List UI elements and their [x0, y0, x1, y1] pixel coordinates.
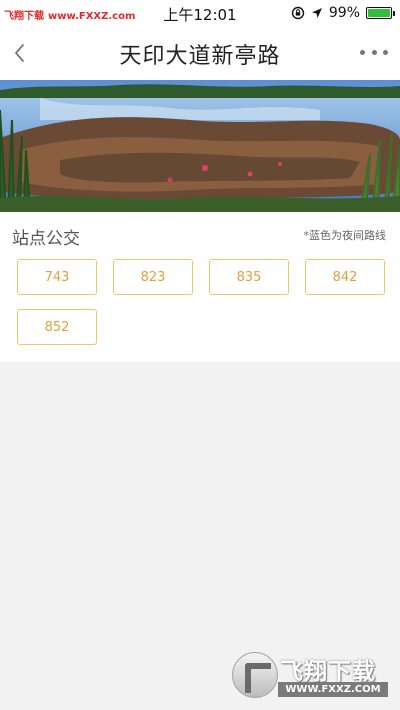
section-title: 站点公交 [12, 229, 80, 249]
battery-fill [368, 9, 390, 17]
nav-bar: 天印大道新亭路 [0, 26, 400, 80]
chevron-left-icon[interactable] [6, 38, 36, 68]
route-button-823[interactable]: 823 [113, 259, 193, 295]
more-dots-icon[interactable] [360, 40, 388, 64]
battery-icon [366, 7, 395, 19]
route-button-852[interactable]: 852 [17, 309, 97, 345]
status-right-group: 99% [291, 5, 395, 21]
location-arrow-icon [311, 8, 322, 18]
route-button-743[interactable]: 743 [17, 259, 97, 295]
watermark-cn: 飞翔下载 [280, 659, 376, 685]
rotation-lock-icon [291, 6, 305, 20]
night-route-note: *蓝色为夜间路线 [303, 229, 387, 242]
watermark-logo: 飞翔下载 WWW.FXXZ.COM [232, 652, 390, 698]
banner-image [0, 80, 400, 212]
stop-bus-section: 站点公交 *蓝色为夜间路线 743 823 835 842 852 [0, 212, 400, 362]
page-title: 天印大道新亭路 [119, 44, 281, 69]
watermark-badge-icon [232, 652, 278, 698]
watermark-url: WWW.FXXZ.COM [278, 682, 388, 697]
route-button-842[interactable]: 842 [305, 259, 385, 295]
route-button-835[interactable]: 835 [209, 259, 289, 295]
landscape-photo [0, 80, 400, 212]
battery-percent: 99% [328, 5, 360, 21]
status-bar: 飞翔下载 www.FXXZ.com 上午12:01 99% [0, 0, 400, 26]
